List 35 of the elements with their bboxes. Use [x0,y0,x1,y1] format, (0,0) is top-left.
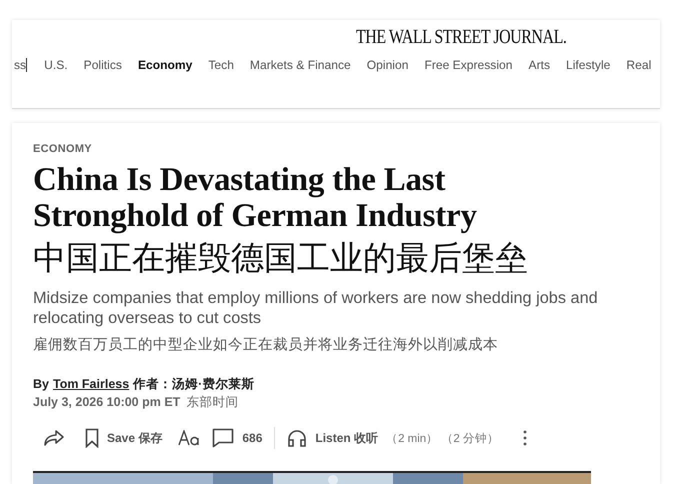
nav-link[interactable]: Lifestyle [558,58,618,72]
listen-button[interactable]: Listen 收听 （2 min） （2 分钟） [281,425,505,451]
summary-translation: 雇佣数百万员工的中型企业如今正在裁员并将业务迁往海外以削减成本 [33,336,499,355]
save-label: Save 保存 [107,430,162,446]
nav-link[interactable]: Tech [200,58,242,72]
article-summary: Midsize companies that employ millions of workers are now shedding jobs and relocating overseas to cut costs [33,288,599,328]
nav-link[interactable]: Markets & Finance [242,58,359,72]
masthead-logo[interactable]: THE WALL STREET JOURNAL. [80,20,566,50]
nav-link[interactable]: Opinion [358,58,416,72]
author-link[interactable]: Tom Fairless [52,375,130,393]
byline-prefix: By [33,376,49,393]
author-translation: 作者：汤姆·费尔莱斯 [133,376,254,393]
nav-link[interactable]: Free Expression [416,58,520,72]
text-size-icon [178,430,200,446]
nav-link[interactable]: Arts [520,58,558,72]
nav-link[interactable]: U.S. [36,58,76,72]
headline: China Is Devastating the Last Stronghold of German Industry [33,162,478,234]
timezone-label: 东部时间 [186,394,238,411]
nav-link[interactable]: Politics [76,58,130,72]
save-button[interactable]: Save 保存 [79,424,168,452]
publish-date: July 3, 2026 10:00 pm ET [33,394,180,411]
bookmark-icon [85,428,99,448]
more-icon[interactable] [522,430,527,446]
section-label[interactable]: ECONOMY [33,143,92,155]
listen-label: Listen 收听 [315,430,378,446]
comments-button[interactable]: 686 [206,424,268,452]
comment-icon [212,428,234,448]
nav-link[interactable]: Real [618,58,660,72]
nav-link[interactable]: ss [14,58,28,72]
headline-translation: 中国正在摧毁德国工业的最后堡垒 [33,237,529,279]
nav-link[interactable]: Economy [130,58,200,72]
headphones-icon [287,429,308,447]
share-icon[interactable] [43,429,65,447]
comment-count: 686 [242,431,262,445]
duration-label: （2 min） （2 分钟） [386,432,499,446]
